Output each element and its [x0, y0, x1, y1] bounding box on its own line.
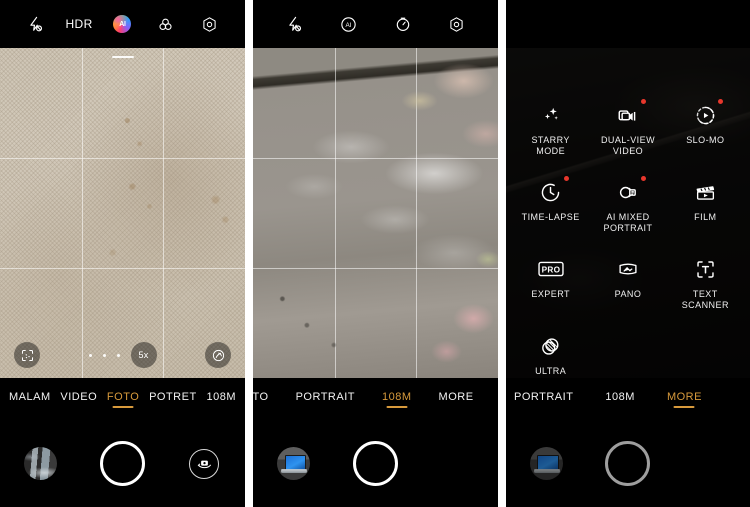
- zoom-dot[interactable]: [116, 353, 120, 357]
- ai-scene-icon[interactable]: AI: [335, 11, 361, 37]
- macro-lens-icon[interactable]: [205, 342, 231, 368]
- gallery-thumbnail[interactable]: [277, 447, 311, 480]
- svg-text:PRO: PRO: [541, 265, 560, 274]
- pro-icon: PRO: [538, 256, 564, 282]
- mode-video[interactable]: VIDEO: [60, 391, 97, 408]
- camera-top-toolbar: HDR AI: [0, 0, 245, 48]
- dual-view-video-icon: [615, 99, 646, 128]
- ai-scene-icon[interactable]: AI: [109, 11, 135, 37]
- more-mode-dual-view-video[interactable]: DUAL-VIEW VIDEO: [589, 99, 666, 179]
- clock-icon: [538, 176, 569, 205]
- camera-viewfinder[interactable]: 5x: [0, 48, 245, 378]
- camera-mode-strip: HOTO PORTRAIT 108M MORE: [253, 378, 498, 420]
- camera-shutter-bar: [0, 420, 245, 507]
- camera-mode-strip: MALAM VIDEO FOTO POTRET 108M: [0, 378, 245, 420]
- camera-shutter-bar: [506, 420, 750, 507]
- filters-icon[interactable]: [153, 11, 179, 37]
- more-mode-slo-mo[interactable]: SLO-MO: [667, 99, 744, 179]
- mode-more[interactable]: MORE: [439, 391, 474, 408]
- shutter-button[interactable]: [605, 441, 651, 486]
- more-modes-grid: STARRY MODE DUAL-VIEW VIDEO SLO-MO TIME-…: [506, 48, 750, 387]
- scene-focus-icon[interactable]: [14, 342, 40, 368]
- more-mode-label: STARRY MODE: [531, 135, 570, 156]
- panorama-icon: [615, 256, 641, 282]
- new-badge: [640, 99, 646, 104]
- mode-photo[interactable]: HOTO: [253, 391, 269, 408]
- camera-shutter-bar: [253, 420, 498, 507]
- zoom-dot[interactable]: [102, 353, 106, 357]
- ai-scene-label: AI: [113, 15, 132, 33]
- flash-off-icon[interactable]: [281, 11, 307, 37]
- timer-icon[interactable]: [390, 11, 416, 37]
- more-mode-label: PANO: [614, 289, 642, 299]
- mode-foto[interactable]: FOTO: [107, 391, 139, 408]
- 108m-mode-panel: AI HOTO PORTRAIT: [253, 0, 498, 507]
- settings-icon[interactable]: [196, 11, 222, 37]
- more-mode-label: FILM: [694, 212, 717, 222]
- hdr-label: HDR: [65, 17, 93, 31]
- sparkle-icon: [538, 102, 564, 128]
- camera-top-toolbar: AI: [253, 0, 498, 48]
- more-mode-expert[interactable]: PRO EXPERT: [512, 256, 589, 333]
- composition-grid: [253, 48, 498, 378]
- new-badge: [640, 176, 646, 181]
- zoom-dot[interactable]: [88, 353, 92, 357]
- more-mode-label: EXPERT: [531, 289, 570, 299]
- camera-top-toolbar: [506, 0, 750, 48]
- more-mode-starry-mode[interactable]: STARRY MODE: [512, 102, 589, 179]
- more-mode-label: AI MIXED PORTRAIT: [603, 212, 653, 233]
- mode-108m[interactable]: 108M: [206, 391, 236, 408]
- ai-mixed-portrait-icon: [615, 176, 646, 205]
- more-mode-text-scanner[interactable]: TEXT SCANNER: [667, 256, 744, 333]
- more-mode-label: TEXT SCANNER: [681, 289, 729, 310]
- gallery-thumbnail[interactable]: [24, 447, 58, 480]
- mode-108m[interactable]: 108M: [382, 391, 412, 408]
- more-mode-film[interactable]: FILM: [667, 179, 744, 256]
- svg-text:AI: AI: [345, 22, 351, 29]
- more-mode-label: DUAL-VIEW VIDEO: [600, 135, 656, 156]
- camera-viewfinder[interactable]: [253, 48, 498, 378]
- settings-icon[interactable]: [444, 11, 470, 37]
- photo-mode-panel: HDR AI 5x MALAM VIDEO FOTO POTRET 108M: [0, 0, 245, 507]
- more-mode-pano[interactable]: PANO: [589, 256, 666, 333]
- mode-potret[interactable]: POTRET: [149, 391, 197, 408]
- ultra-macro-icon: [538, 333, 564, 359]
- new-badge: [718, 99, 724, 104]
- flash-off-icon[interactable]: [23, 11, 49, 37]
- clapperboard-icon: [692, 179, 718, 205]
- zoom-selector[interactable]: 5x: [88, 342, 157, 368]
- new-badge: [563, 176, 569, 181]
- more-mode-label: SLO-MO: [686, 135, 725, 145]
- mode-portrait[interactable]: PORTRAIT: [514, 391, 573, 408]
- more-modes-panel: STARRY MODE DUAL-VIEW VIDEO SLO-MO TIME-…: [506, 0, 750, 507]
- mode-108m[interactable]: 108M: [605, 391, 635, 408]
- hdr-icon[interactable]: HDR: [65, 11, 93, 37]
- slow-motion-icon: [692, 99, 724, 128]
- level-indicator: [111, 56, 134, 58]
- composition-grid: [0, 48, 245, 378]
- more-mode-label: TIME-LAPSE: [521, 212, 580, 222]
- text-scanner-icon: [692, 256, 718, 282]
- mode-malam[interactable]: MALAM: [9, 391, 51, 408]
- shutter-button[interactable]: [100, 441, 145, 486]
- more-mode-ai-mixed-portrait[interactable]: AI MIXED PORTRAIT: [589, 176, 666, 256]
- zoom-level-button[interactable]: 5x: [130, 342, 157, 368]
- shutter-button[interactable]: [353, 441, 398, 486]
- mode-more[interactable]: MORE: [667, 391, 702, 408]
- more-mode-time-lapse[interactable]: TIME-LAPSE: [512, 176, 589, 256]
- viewfinder-controls: 5x: [0, 341, 245, 369]
- switch-camera-icon[interactable]: [189, 448, 220, 479]
- gallery-thumbnail[interactable]: [530, 447, 564, 480]
- mode-portrait[interactable]: PORTRAIT: [296, 391, 355, 408]
- camera-mode-strip: PORTRAIT 108M MORE: [506, 378, 750, 420]
- screenshot-stage: HDR AI 5x MALAM VIDEO FOTO POTRET 108M A…: [0, 0, 750, 507]
